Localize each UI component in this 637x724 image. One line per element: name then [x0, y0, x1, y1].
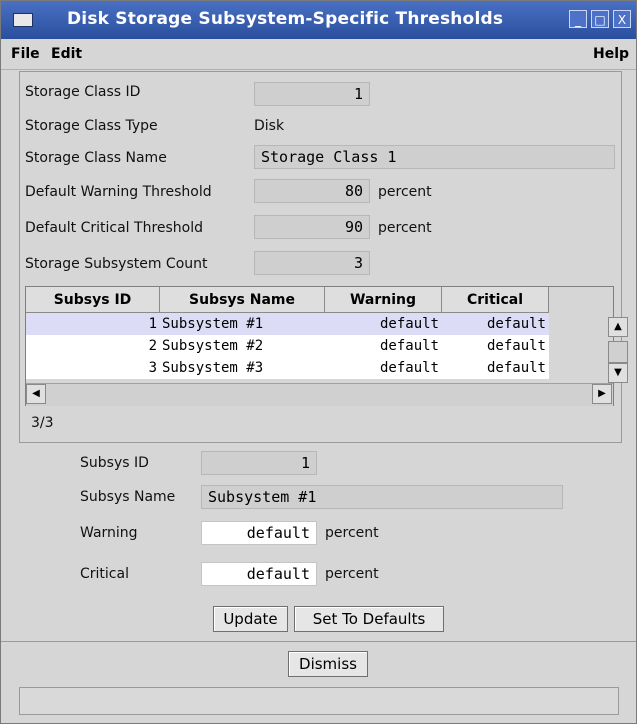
- scroll-thumb[interactable]: [608, 341, 628, 363]
- storage-class-type-label: Storage Class Type: [25, 118, 158, 134]
- cell-warning: default: [379, 316, 439, 332]
- menu-file[interactable]: File: [11, 46, 40, 62]
- critical-input[interactable]: default: [201, 562, 317, 586]
- cell-critical: default: [486, 316, 546, 332]
- subsys-id-field: 1: [201, 451, 317, 475]
- critical-unit: percent: [325, 566, 379, 582]
- status-bar: [19, 687, 619, 715]
- cell-warning: default: [379, 338, 439, 354]
- column-header-subsys-name[interactable]: Subsys Name: [160, 287, 325, 313]
- warning-input[interactable]: default: [201, 521, 317, 545]
- table-row-count: 3/3: [31, 415, 54, 431]
- subsystem-count-label: Storage Subsystem Count: [25, 256, 208, 272]
- column-header-subsys-id[interactable]: Subsys ID: [26, 287, 160, 313]
- warning-unit: percent: [325, 525, 379, 541]
- cell-subsys-name: Subsystem #2: [162, 338, 264, 354]
- scroll-down-icon[interactable]: ▼: [608, 363, 628, 383]
- subsys-id-label: Subsys ID: [80, 455, 149, 471]
- cell-critical: default: [486, 338, 546, 354]
- default-warning-field: 80: [254, 179, 370, 203]
- critical-label: Critical: [80, 566, 129, 582]
- storage-class-name-label: Storage Class Name: [25, 150, 167, 166]
- thresholds-window: Disk Storage Subsystem-Specific Threshol…: [0, 0, 637, 724]
- scroll-left-icon[interactable]: ◀: [26, 384, 46, 404]
- table-row[interactable]: 3 Subsystem #3 default default: [26, 357, 549, 379]
- close-button[interactable]: X: [613, 10, 631, 28]
- menu-help[interactable]: Help: [593, 46, 629, 62]
- separator: [1, 641, 636, 642]
- set-to-defaults-button[interactable]: Set To Defaults: [294, 606, 444, 632]
- menu-edit[interactable]: Edit: [51, 46, 82, 62]
- table-row[interactable]: 2 Subsystem #2 default default: [26, 335, 549, 357]
- minimize-button[interactable]: _: [569, 10, 587, 28]
- update-button[interactable]: Update: [213, 606, 288, 632]
- subsys-name-field: Subsystem #1: [201, 485, 563, 509]
- maximize-button[interactable]: □: [591, 10, 609, 28]
- cell-subsys-name: Subsystem #3: [162, 360, 264, 376]
- default-critical-label: Default Critical Threshold: [25, 220, 204, 236]
- cell-critical: default: [486, 360, 546, 376]
- cell-subsys-id: 2: [148, 338, 157, 354]
- storage-class-name-field: Storage Class 1: [254, 145, 615, 169]
- subsystem-table: Subsys ID Subsys Name Warning Critical 1…: [25, 286, 628, 406]
- column-header-warning[interactable]: Warning: [325, 287, 442, 313]
- storage-class-type-value: Disk: [254, 118, 285, 134]
- warning-label: Warning: [80, 525, 138, 541]
- scroll-right-icon[interactable]: ▶: [592, 384, 612, 404]
- title-bar[interactable]: Disk Storage Subsystem-Specific Threshol…: [1, 1, 636, 39]
- subsystem-count-field: 3: [254, 251, 370, 275]
- dismiss-button[interactable]: Dismiss: [288, 651, 368, 677]
- menu-bar: File Edit Help: [1, 39, 636, 70]
- table-header: Subsys ID Subsys Name Warning Critical: [26, 287, 549, 313]
- column-header-critical[interactable]: Critical: [442, 287, 549, 313]
- vertical-scrollbar[interactable]: ▲ ▼: [608, 313, 630, 383]
- storage-class-id-label: Storage Class ID: [25, 84, 141, 100]
- scroll-up-icon[interactable]: ▲: [608, 317, 628, 337]
- default-warning-unit: percent: [378, 184, 432, 200]
- default-critical-unit: percent: [378, 220, 432, 236]
- window-title: Disk Storage Subsystem-Specific Threshol…: [67, 9, 504, 29]
- cell-subsys-name: Subsystem #1: [162, 316, 264, 332]
- default-critical-field: 90: [254, 215, 370, 239]
- horizontal-scrollbar[interactable]: ◀ ▶: [26, 383, 613, 406]
- table-row[interactable]: 1 Subsystem #1 default default: [26, 313, 549, 335]
- cell-warning: default: [379, 360, 439, 376]
- storage-class-id-field: 1: [254, 82, 370, 106]
- window-menu-icon[interactable]: [13, 13, 33, 27]
- subsys-name-label: Subsys Name: [80, 489, 176, 505]
- default-warning-label: Default Warning Threshold: [25, 184, 212, 200]
- cell-subsys-id: 1: [148, 316, 157, 332]
- cell-subsys-id: 3: [148, 360, 157, 376]
